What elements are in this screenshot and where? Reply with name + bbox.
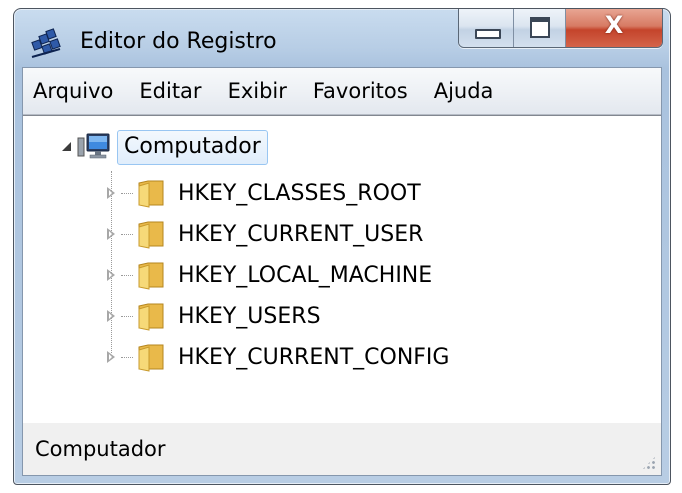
tree-item-hkey-current-config[interactable]: HKEY_CURRENT_CONFIG [105, 338, 449, 376]
expand-arrow-icon[interactable] [105, 228, 117, 240]
maximize-button[interactable] [514, 9, 566, 47]
tree-item-label: HKEY_LOCAL_MACHINE [178, 262, 433, 288]
registry-editor-app-icon [31, 28, 61, 58]
tree-item-hkey-users[interactable]: HKEY_USERS [105, 297, 321, 335]
expand-arrow-icon[interactable] [105, 351, 117, 363]
status-bar: Computador [23, 423, 661, 475]
tree-connector [121, 315, 133, 317]
tree-connector [121, 192, 133, 194]
menu-ajuda[interactable]: Ajuda [422, 68, 508, 114]
maximize-icon [530, 17, 550, 38]
folder-icon [138, 180, 164, 208]
folder-icon [138, 221, 164, 249]
expand-arrow-icon[interactable] [105, 310, 117, 322]
folder-icon [138, 303, 164, 331]
menu-bar: Arquivo Editar Exibir Favoritos Ajuda [23, 68, 661, 115]
tree-item-hkey-classes-root[interactable]: HKEY_CLASSES_ROOT [105, 174, 421, 212]
tree-item-computador[interactable]: Computador [61, 128, 268, 166]
collapse-arrow-icon[interactable] [61, 141, 73, 153]
tree-item-hkey-local-machine[interactable]: HKEY_LOCAL_MACHINE [105, 256, 432, 294]
tree-item-label: HKEY_CURRENT_USER [178, 221, 424, 247]
menu-favoritos[interactable]: Favoritos [301, 68, 422, 114]
menu-exibir[interactable]: Exibir [216, 68, 301, 114]
menu-arquivo[interactable]: Arquivo [23, 68, 127, 114]
tree-item-hkey-current-user[interactable]: HKEY_CURRENT_USER [105, 215, 423, 253]
folder-icon [138, 344, 164, 372]
resize-grip-icon[interactable] [641, 455, 657, 471]
expand-arrow-icon[interactable] [105, 187, 117, 199]
tree-item-label: Computador [117, 129, 268, 165]
tree-item-label: HKEY_CLASSES_ROOT [178, 180, 421, 206]
close-icon: X [604, 11, 624, 39]
tree-item-label: HKEY_USERS [178, 303, 321, 329]
caption-buttons: X [458, 9, 663, 48]
tree-connector [121, 274, 133, 276]
menu-editar[interactable]: Editar [127, 68, 215, 114]
registry-editor-window: Editor do Registro X Arquivo Editar Exib… [13, 8, 671, 485]
tree-connector [121, 356, 133, 358]
registry-tree-view[interactable]: Computador HKEY_CLASSES_ROOT HKEY_CURREN… [23, 115, 661, 433]
client-area: Arquivo Editar Exibir Favoritos Ajuda Co… [22, 67, 662, 476]
computer-icon [77, 133, 110, 159]
minimize-icon [475, 29, 501, 39]
status-text: Computador [35, 437, 166, 461]
folder-icon [138, 262, 164, 290]
close-button[interactable]: X [566, 9, 662, 47]
expand-arrow-icon[interactable] [105, 269, 117, 281]
title-bar[interactable]: Editor do Registro X [14, 9, 670, 67]
minimize-button[interactable] [459, 9, 514, 47]
tree-item-label: HKEY_CURRENT_CONFIG [178, 344, 450, 370]
window-title: Editor do Registro [80, 29, 277, 54]
tree-connector [121, 233, 133, 235]
